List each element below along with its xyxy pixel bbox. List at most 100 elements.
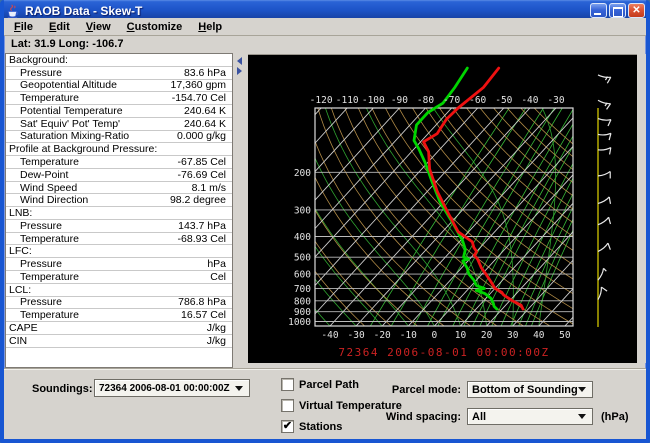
table-row: PressurehPa bbox=[6, 258, 232, 271]
row-value: J/kg bbox=[207, 322, 232, 334]
wind-spacing-combobox[interactable]: All bbox=[467, 408, 593, 425]
svg-text:500: 500 bbox=[294, 253, 311, 264]
svg-text:-30: -30 bbox=[348, 330, 365, 341]
app-window: RAOB Data - Skew-T FileEditViewCustomize… bbox=[0, 0, 650, 443]
row-value: 0.000 g/kg bbox=[177, 130, 232, 142]
svg-text:-10: -10 bbox=[400, 330, 417, 341]
row-label: Background: bbox=[6, 54, 68, 66]
soundings-value: 72364 2006-08-01 00:00:00Z bbox=[95, 383, 235, 394]
chevron-down-icon bbox=[235, 386, 243, 391]
split-pane-divider[interactable] bbox=[234, 53, 247, 368]
menu-bar: FileEditViewCustomizeHelp bbox=[4, 18, 646, 36]
row-value: 16.57 Cel bbox=[181, 309, 232, 321]
chart-right-gutter bbox=[637, 54, 646, 363]
row-label: CAPE bbox=[6, 322, 38, 334]
row-label: Pressure bbox=[6, 296, 62, 308]
row-label: Geopotential Altitude bbox=[6, 79, 117, 91]
svg-text:400: 400 bbox=[294, 232, 311, 243]
table-row: Background: bbox=[6, 54, 232, 67]
table-row: LNB: bbox=[6, 207, 232, 220]
svg-text:1000: 1000 bbox=[288, 317, 311, 328]
row-label: Dew-Point bbox=[6, 169, 68, 181]
maximize-button[interactable] bbox=[609, 3, 626, 18]
close-button[interactable] bbox=[628, 3, 645, 18]
table-row: LCL: bbox=[6, 284, 232, 297]
parcel-mode-label: Parcel mode: bbox=[379, 384, 461, 396]
svg-text:-20: -20 bbox=[374, 330, 391, 341]
row-label: Wind Speed bbox=[6, 182, 77, 194]
table-row: Temperature Cel bbox=[6, 271, 232, 284]
row-value: -154.70 Cel bbox=[172, 92, 232, 104]
table-row: Wind Direction98.2 degree bbox=[6, 194, 232, 207]
row-label: Temperature bbox=[6, 92, 79, 104]
row-value: 240.64 K bbox=[184, 105, 232, 117]
chevron-down-icon bbox=[578, 387, 586, 392]
svg-text:-40: -40 bbox=[321, 330, 338, 341]
svg-text:-100: -100 bbox=[362, 95, 385, 106]
menu-item-edit[interactable]: Edit bbox=[43, 19, 76, 35]
row-label: Pressure bbox=[6, 220, 62, 232]
expand-right-icon[interactable] bbox=[237, 67, 242, 75]
bottom-controls: Soundings: 72364 2006-08-01 00:00:00Z Pa… bbox=[4, 368, 646, 439]
svg-text:600: 600 bbox=[294, 270, 311, 281]
row-value: 786.8 hPa bbox=[178, 296, 232, 308]
menu-item-customize[interactable]: Customize bbox=[121, 19, 189, 35]
table-row: Saturation Mixing-Ratio 0.000 g/kg bbox=[6, 131, 232, 144]
parcel-mode-combobox[interactable]: Bottom of Sounding bbox=[467, 381, 593, 398]
svg-text:50: 50 bbox=[559, 330, 571, 341]
table-row: Wind Speed8.1 m/s bbox=[6, 182, 232, 195]
svg-text:-110: -110 bbox=[336, 95, 359, 106]
checkbox-box[interactable] bbox=[281, 378, 294, 391]
java-app-icon bbox=[5, 4, 20, 19]
checkbox-stations[interactable]: ✔ Stations bbox=[281, 420, 342, 433]
sounding-data-table: Background: Pressure 83.6 hPa Geopotential … bbox=[5, 53, 233, 368]
checkbox-box[interactable] bbox=[281, 399, 294, 412]
skewt-chart-panel: -120-110-100-90-80-70-60-50-40-30-40-30-… bbox=[248, 54, 637, 363]
table-row: Potential Temperature 240.64 K bbox=[6, 105, 232, 118]
checkbox-box[interactable]: ✔ bbox=[281, 420, 294, 433]
checkbox-parcel-path[interactable]: Parcel Path bbox=[281, 378, 359, 391]
wind-spacing-value: All bbox=[468, 411, 578, 423]
svg-text:300: 300 bbox=[294, 205, 311, 216]
minimize-button[interactable] bbox=[590, 3, 607, 18]
window-title: RAOB Data - Skew-T bbox=[25, 4, 142, 18]
table-row: Temperature -154.70 Cel bbox=[6, 92, 232, 105]
svg-text:30: 30 bbox=[507, 330, 519, 341]
menu-item-file[interactable]: File bbox=[8, 19, 39, 35]
checkbox-label: Stations bbox=[299, 421, 342, 433]
row-value: 83.6 hPa bbox=[184, 67, 232, 79]
menu-item-help[interactable]: Help bbox=[192, 19, 228, 35]
row-label: Profile at Background Pressure: bbox=[6, 143, 157, 155]
soundings-combobox[interactable]: 72364 2006-08-01 00:00:00Z bbox=[94, 379, 250, 397]
skewt-chart: -120-110-100-90-80-70-60-50-40-30-40-30-… bbox=[248, 55, 637, 364]
hpa-unit-label: (hPa) bbox=[601, 411, 629, 423]
svg-text:72364 2006-08-01 00:00:00Z: 72364 2006-08-01 00:00:00Z bbox=[338, 346, 549, 359]
svg-text:-60: -60 bbox=[469, 95, 486, 106]
svg-text:-120: -120 bbox=[310, 95, 333, 106]
table-row: CAPE J/kg bbox=[6, 322, 232, 335]
table-row: Dew-Point -76.69 Cel bbox=[6, 169, 232, 182]
lat-long-readout: Lat: 31.9 Long: -106.7 bbox=[4, 37, 646, 53]
row-value: 17,360 gpm bbox=[171, 79, 232, 91]
table-row: Temperature -68.93 Cel bbox=[6, 233, 232, 246]
table-row: Temperature-67.85 Cel bbox=[6, 156, 232, 169]
menu-item-view[interactable]: View bbox=[80, 19, 117, 35]
soundings-label: Soundings: bbox=[32, 383, 90, 395]
row-label: Temperature bbox=[6, 271, 79, 283]
checkbox-label: Virtual Temperature bbox=[299, 400, 402, 412]
row-value: Cel bbox=[210, 271, 232, 283]
collapse-left-icon[interactable] bbox=[237, 57, 242, 65]
parcel-mode-value: Bottom of Sounding bbox=[468, 384, 578, 396]
row-label: Saturation Mixing-Ratio bbox=[6, 130, 129, 142]
row-label: CIN bbox=[6, 335, 27, 347]
table-row: Sat' Equiv' Pot' Temp'240.64 K bbox=[6, 118, 232, 131]
row-label: Temperature bbox=[6, 233, 79, 245]
row-label: Potential Temperature bbox=[6, 105, 123, 117]
svg-text:-50: -50 bbox=[495, 95, 512, 106]
svg-text:40: 40 bbox=[533, 330, 545, 341]
row-value: 143.7 hPa bbox=[178, 220, 232, 232]
row-value: -76.69 Cel bbox=[178, 169, 232, 181]
row-value: -68.93 Cel bbox=[178, 233, 232, 245]
svg-text:-80: -80 bbox=[417, 95, 434, 106]
svg-text:-40: -40 bbox=[521, 95, 538, 106]
